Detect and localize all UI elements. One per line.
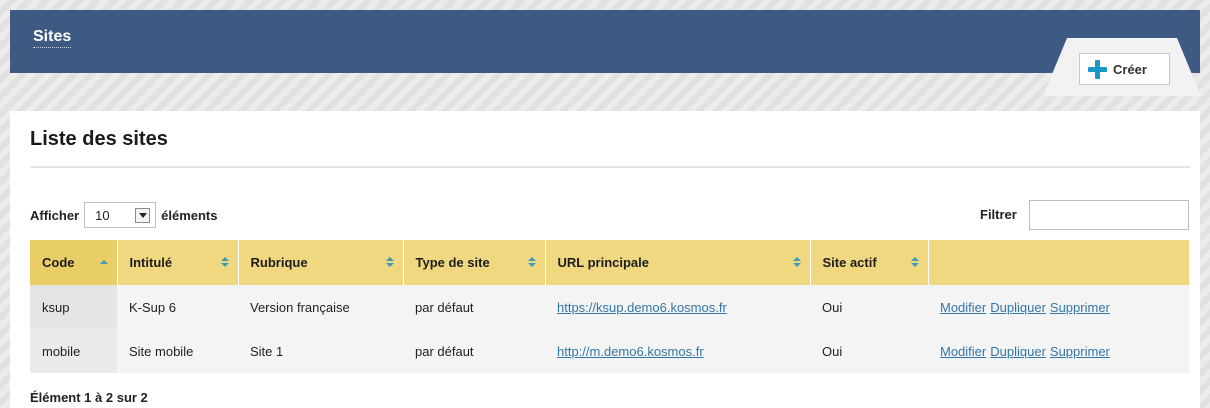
column-header-code[interactable]: Code — [30, 240, 117, 285]
modify-link[interactable]: Modifier — [940, 300, 986, 315]
column-header-label[interactable]: Intitulé — [116, 240, 238, 285]
page-length-control: Afficher 10 éléments — [30, 202, 218, 228]
sort-icon — [527, 257, 536, 268]
duplicate-link[interactable]: Dupliquer — [990, 344, 1046, 359]
create-button-label: Créer — [1113, 61, 1147, 77]
page-length-value: 10 — [95, 207, 110, 223]
cell-type: par défaut — [403, 329, 545, 373]
sites-table: Code Intitulé Rubrique Type de site URL … — [30, 240, 1189, 373]
modify-link[interactable]: Modifier — [940, 344, 986, 359]
sort-icon — [792, 257, 801, 268]
filter-input[interactable] — [1029, 200, 1189, 230]
filter-label: Filtrer — [980, 207, 1017, 222]
delete-link[interactable]: Supprimer — [1050, 300, 1110, 315]
sort-asc-icon — [99, 257, 108, 268]
cell-section: Version française — [238, 285, 403, 329]
plus-icon — [1088, 59, 1107, 79]
table-info: Élément 1 à 2 sur 2 — [30, 390, 148, 405]
table-row: ksup K-Sup 6 Version française par défau… — [30, 285, 1189, 329]
sort-icon — [220, 257, 229, 268]
url-link[interactable]: http://m.demo6.kosmos.fr — [557, 344, 704, 359]
panel-title: Liste des sites — [30, 128, 168, 150]
cell-url: https://ksup.demo6.kosmos.fr — [545, 285, 810, 329]
create-button[interactable]: Créer — [1079, 53, 1170, 85]
cell-active: Oui — [810, 285, 928, 329]
page-title[interactable]: Sites — [33, 28, 72, 48]
sort-icon — [385, 257, 394, 268]
cell-section: Site 1 — [238, 329, 403, 373]
cell-url: http://m.demo6.kosmos.fr — [545, 329, 810, 373]
panel-divider — [30, 166, 1190, 168]
cell-actions: Modifier Dupliquer Supprimer — [928, 285, 1189, 329]
cell-label: Site mobile — [117, 329, 238, 373]
page: Sites Créer Liste des sites Afficher 10 … — [0, 0, 1210, 408]
url-link[interactable]: https://ksup.demo6.kosmos.fr — [557, 300, 727, 315]
duplicate-link[interactable]: Dupliquer — [990, 300, 1046, 315]
column-header-actions — [927, 240, 1189, 285]
sort-icon — [910, 257, 919, 268]
cell-label: K-Sup 6 — [117, 285, 238, 329]
cell-code: ksup — [30, 285, 117, 329]
cell-code: mobile — [30, 329, 117, 373]
column-header-url[interactable]: URL principale — [544, 240, 810, 285]
page-length-prefix: Afficher — [30, 207, 80, 223]
column-header-type[interactable]: Type de site — [402, 240, 545, 285]
page-length-select[interactable]: 10 — [84, 202, 157, 228]
table-header-row: Code Intitulé Rubrique Type de site URL … — [30, 240, 1189, 285]
chevron-down-icon[interactable] — [135, 207, 151, 223]
header-bar: Sites — [10, 10, 1200, 73]
page-length-suffix: éléments — [161, 207, 218, 223]
cell-active: Oui — [810, 329, 928, 373]
table-row: mobile Site mobile Site 1 par défaut htt… — [30, 329, 1189, 373]
cell-actions: Modifier Dupliquer Supprimer — [928, 329, 1189, 373]
column-header-section[interactable]: Rubrique — [237, 240, 403, 285]
delete-link[interactable]: Supprimer — [1050, 344, 1110, 359]
column-header-active[interactable]: Site actif — [809, 240, 928, 285]
sites-panel: Liste des sites Afficher 10 éléments Fil… — [10, 111, 1200, 408]
cell-type: par défaut — [403, 285, 545, 329]
